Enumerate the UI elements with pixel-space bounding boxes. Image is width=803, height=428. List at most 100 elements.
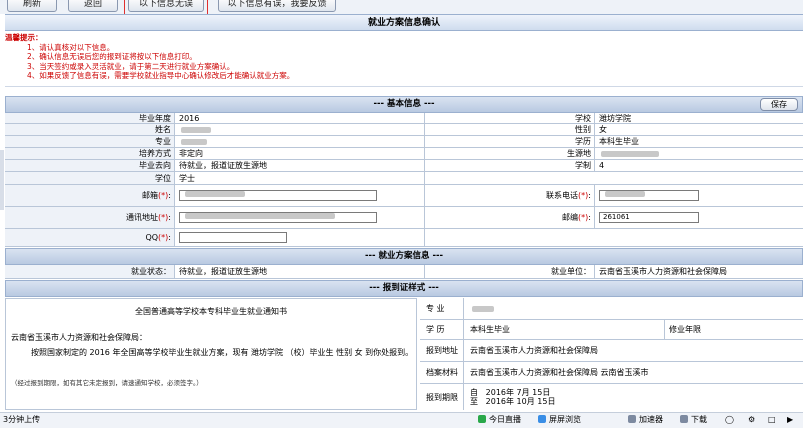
- tips-heading: 温馨提示：: [5, 33, 43, 42]
- table-row: 档案材料 云南省玉溪市人力资源和社会保障局 云南省玉溪市: [420, 362, 803, 384]
- qq-label: QQ (*):: [5, 229, 175, 246]
- employer-label: 就业单位：: [425, 265, 595, 278]
- live-link[interactable]: 今日直播: [478, 413, 521, 427]
- save-button[interactable]: 保存: [760, 98, 798, 111]
- employer-value: 云南省玉溪市人力资源和社会保障局: [599, 267, 727, 276]
- screen-browse-link[interactable]: 屏屏浏览: [538, 413, 581, 427]
- report-notice: 全国普通高等学校本专科毕业生就业通知书 云南省玉溪市人力资源和社会保障局： 按照…: [5, 298, 417, 410]
- side-collapse-handle[interactable]: [0, 150, 4, 210]
- phone-input[interactable]: [599, 190, 699, 201]
- destination-label: 毕业去向: [5, 160, 175, 171]
- table-row: 邮箱 (*): 联系电话 (*):: [5, 185, 803, 207]
- archive-label: 档案材料: [420, 362, 464, 383]
- live-icon: [478, 415, 486, 423]
- notice-addressee: 云南省玉溪市人力资源和社会保障局：: [11, 333, 147, 342]
- tip-item: 3、当天签约或录入灵活就业，请于第二天进行就业方案确认。: [27, 61, 235, 71]
- basic-info-header: --- 基本信息 --- 保存: [5, 96, 803, 113]
- info-wrong-feedback-button[interactable]: 以下信息有误，我要反馈: [218, 0, 336, 12]
- status-left-text: 3分钟上传: [3, 415, 41, 424]
- page-title: 就业方案信息确认: [5, 14, 803, 31]
- period-label: 报到期限: [420, 384, 464, 410]
- tip-item: 1、请认真核对以下信息。: [27, 42, 115, 52]
- basic-info-title: --- 基本信息 ---: [373, 99, 435, 109]
- name-value: [175, 124, 425, 135]
- notice-title: 全国普通高等学校本专科毕业生就业通知书: [135, 307, 287, 316]
- volume-icon[interactable]: ▶: [787, 413, 793, 427]
- divider: [5, 86, 803, 92]
- postcode-input[interactable]: 261061: [599, 212, 699, 223]
- grad-year-value: 2016: [175, 113, 425, 123]
- plan-info-header: --- 就业方案信息 ---: [5, 248, 803, 265]
- table-row: 毕业去向 待就业，报道证放生源地 学制 4: [5, 160, 803, 172]
- accelerator-link[interactable]: 加速器: [628, 413, 663, 427]
- duration-label: 学制: [425, 160, 595, 171]
- email-input[interactable]: [179, 190, 377, 201]
- download-link[interactable]: 下载: [680, 413, 707, 427]
- window-icon[interactable]: □: [768, 413, 776, 427]
- table-row: 学 历 本科生毕业 修业年限: [420, 320, 803, 340]
- phone-label: 联系电话 (*):: [425, 185, 595, 206]
- notice-body: 按照国家制定的 2016 年全国高等学校毕业生就业方案，现有 潍坊学院 （校）毕…: [31, 348, 414, 357]
- redacted-major: [181, 138, 207, 145]
- download-icon: [680, 415, 688, 423]
- training-label: 培养方式: [5, 148, 175, 159]
- employment-status-label: 就业状态：: [5, 265, 175, 278]
- share-icon[interactable]: ◯: [725, 413, 734, 427]
- period-to-value: 2016年 10月 15日: [485, 397, 556, 406]
- table-row: 学位 学士: [5, 172, 803, 185]
- report-card-header: --- 报到证样式 ---: [5, 280, 803, 297]
- report-details-grid: 专 业 学 历 本科生毕业 修业年限 报到地址 云南省玉溪市人力资源和社会保障局…: [420, 298, 803, 410]
- table-row: 报到期限 自 2016年 7月 15日 至 2016年 10月 15日: [420, 384, 803, 410]
- name-label: 姓名: [5, 124, 175, 135]
- table-row: QQ (*):: [5, 229, 803, 247]
- report-edu-label: 学 历: [420, 320, 464, 339]
- major-value: [175, 136, 425, 147]
- table-row: 姓名 性别 女: [5, 124, 803, 136]
- back-button[interactable]: 返回: [68, 0, 118, 12]
- redacted-origin: [601, 150, 659, 157]
- postcode-label: 邮编 (*):: [425, 207, 595, 228]
- training-value: 非定向: [175, 148, 425, 159]
- degree-value: 学士: [175, 172, 425, 184]
- education-label: 学历: [425, 136, 595, 147]
- destination-value: 待就业，报道证放生源地: [175, 160, 425, 171]
- refresh-button[interactable]: 刷新: [7, 0, 57, 12]
- notice-footnote: （经过报到期限，如有其它未定报到，请速通知学校，必须签字。）: [11, 379, 203, 387]
- report-edu-value: 本科生毕业: [470, 325, 510, 334]
- school-value: 潍坊学院: [599, 113, 631, 123]
- employment-status-value: 待就业，报道证放生源地: [175, 265, 425, 278]
- origin-label: 生源地: [425, 148, 595, 159]
- accelerator-icon: [628, 415, 636, 423]
- report-addr-value: 云南省玉溪市人力资源和社会保障局: [470, 346, 598, 355]
- table-row: 就业状态： 待就业，报道证放生源地 就业单位： 云南省玉溪市人力资源和社会保障局: [5, 265, 803, 279]
- tip-item: 2、确认信息无误后您的报到证将按以下信息打印。: [27, 52, 197, 61]
- grad-year-label: 毕业年度: [5, 113, 175, 123]
- tips-panel: 温馨提示： 1、请认真核对以下信息。 2、确认信息无误后您的报到证将按以下信息打…: [5, 33, 803, 85]
- table-row: 报到地址 云南省玉溪市人力资源和社会保障局: [420, 340, 803, 362]
- origin-value: [595, 148, 803, 159]
- address-input[interactable]: [179, 212, 377, 223]
- redacted-major: [472, 305, 494, 312]
- table-row: 培养方式 非定向 生源地: [5, 148, 803, 160]
- degree-label: 学位: [5, 172, 175, 184]
- gender-value: 女: [599, 125, 607, 134]
- email-label: 邮箱 (*):: [5, 185, 175, 206]
- duration-value: 4: [599, 161, 605, 170]
- table-row: 专 业: [420, 298, 803, 320]
- school-label: 学校: [425, 113, 595, 123]
- qq-input[interactable]: [179, 232, 287, 243]
- report-major-label: 专 业: [420, 298, 464, 319]
- table-row: 专业 学历 本科生毕业: [5, 136, 803, 148]
- period-from-label: 自: [470, 388, 478, 397]
- redacted-name: [181, 126, 211, 133]
- years-label: 修业年限: [664, 320, 701, 339]
- major-label: 专业: [5, 136, 175, 147]
- table-row: 毕业年度 2016 学校 潍坊学院: [5, 113, 803, 124]
- period-from-value: 2016年 7月 15日: [485, 388, 551, 397]
- period-to-label: 至: [470, 397, 478, 406]
- browser-status-bar: 3分钟上传 今日直播 屏屏浏览 加速器 下载 ◯ ⚙ □ ▶: [0, 412, 803, 428]
- settings-icon[interactable]: ⚙: [748, 413, 755, 427]
- table-row: 通讯地址 (*): 邮编 (*): 261061: [5, 207, 803, 229]
- address-label: 通讯地址 (*):: [5, 207, 175, 228]
- education-value: 本科生毕业: [599, 137, 639, 146]
